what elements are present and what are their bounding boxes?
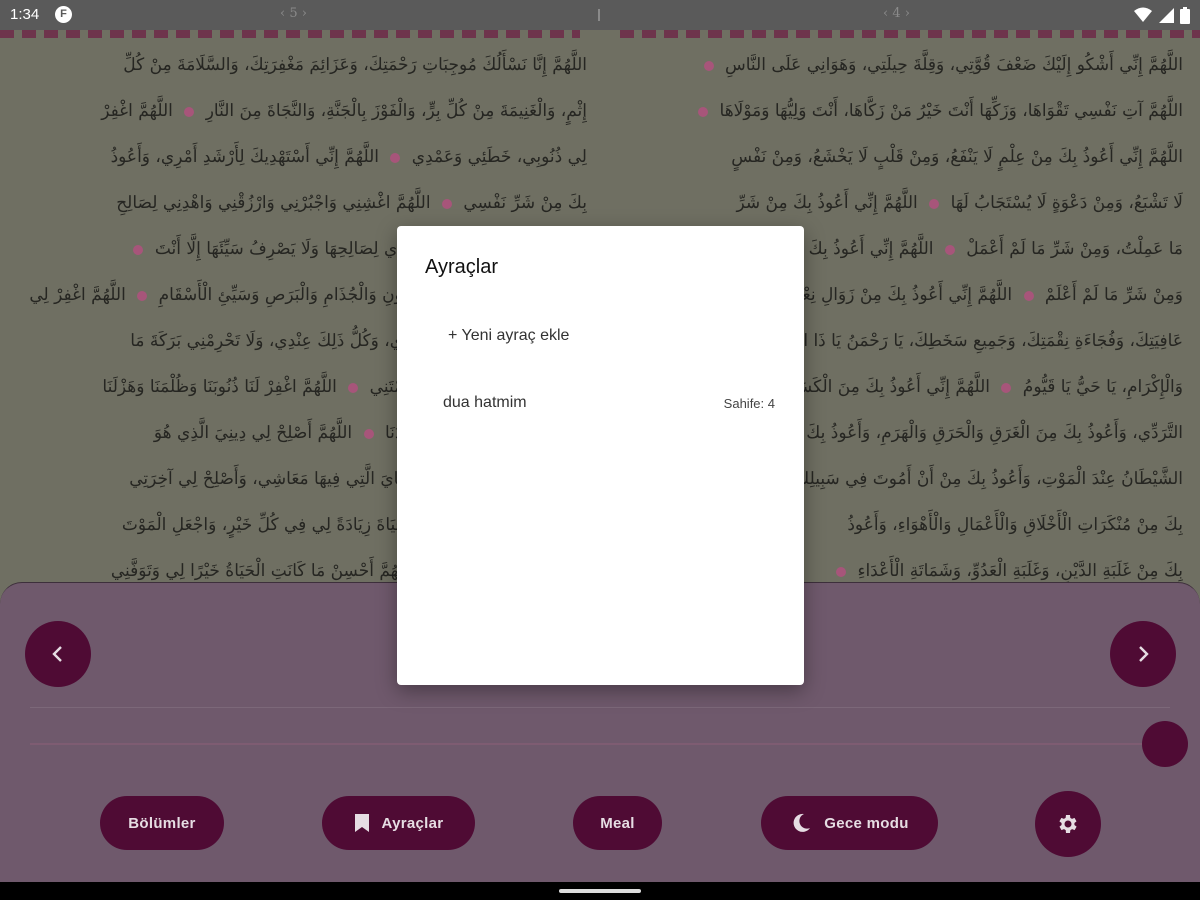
bookmark-icon	[354, 814, 369, 832]
text-line-content: بِكَ مِنْ شَرِّ نَفْسِي اللَّهُمَّ اغْشِ…	[116, 193, 587, 213]
signal-icon	[1159, 8, 1174, 23]
text-line: اللَّهُمَّ آتِ نَفْسِي تَقْوَاهَا، وَزَك…	[618, 88, 1183, 134]
text-line-content: لِي ذُنُوبِي، خَطَئِي وَعَمْدِي اللَّهُم…	[110, 147, 587, 167]
verse-marker	[390, 152, 401, 163]
meal-button[interactable]: Meal	[573, 796, 662, 850]
text-line-content: إِثْمٍ، وَالْغَنِيمَةَ مِنْ كُلِّ بِرٍّ،…	[101, 101, 587, 121]
verse-marker	[1001, 382, 1012, 393]
text-line: لِي ذُنُوبِي، خَطَئِي وَعَمْدِي اللَّهُم…	[22, 134, 587, 180]
verse-marker	[133, 244, 144, 255]
text-line-content: اللَّهُمَّ إِنِّي أَشْكُو إِلَيْكَ ضَعْف…	[618, 42, 1183, 88]
text-line-content: اللَّهُمَّ إِنِّي أَعُوذُ بِكَ مِنْ عِلْ…	[731, 147, 1183, 167]
page-slider-thumb[interactable]	[1142, 721, 1188, 767]
panel-divider	[30, 707, 1170, 708]
moon-icon	[793, 813, 811, 832]
bookmark-name: dua hatmim	[443, 394, 527, 411]
page-slider-track[interactable]	[30, 743, 1165, 745]
text-line-content: اللَّهُمَّ إِنَّا نَسْأَلُكَ مُوجِبَاتِ …	[123, 55, 587, 75]
verse-marker	[703, 60, 714, 71]
verse-marker	[137, 290, 148, 301]
text-line: بِكَ مِنْ شَرِّ نَفْسِي اللَّهُمَّ اغْشِ…	[22, 180, 587, 226]
home-gesture-bar[interactable]	[559, 889, 641, 893]
battery-icon	[1180, 6, 1190, 24]
status-time: 1:34	[10, 6, 40, 23]
page-number-left: ‹ 5 ›	[280, 6, 307, 21]
night-mode-button[interactable]: Gece modu	[761, 796, 938, 850]
text-line-content: اللَّهُمَّ آتِ نَفْسِي تَقْوَاهَا، وَزَك…	[618, 88, 1183, 134]
bookmark-page: Sahife: 4	[723, 396, 775, 411]
verse-marker	[348, 382, 359, 393]
verse-marker	[184, 106, 195, 117]
text-line: اللَّهُمَّ إِنَّا نَسْأَلُكَ مُوجِبَاتِ …	[22, 42, 587, 88]
bookmarks-label: Ayraçlar	[381, 814, 444, 832]
night-mode-label: Gece modu	[824, 814, 909, 832]
add-bookmark-button[interactable]: + Yeni ayraç ekle	[448, 327, 569, 345]
status-bar: 1:34 F ‹ 5 › ‹ 4 ›	[0, 0, 1200, 30]
gear-icon	[1059, 815, 1077, 833]
chevron-left-icon	[52, 646, 62, 662]
dialog-title: Ayraçlar	[425, 256, 498, 278]
verse-marker	[698, 106, 709, 117]
verse-marker	[1023, 290, 1034, 301]
page-ornament-right	[620, 30, 1200, 38]
verse-marker	[944, 244, 955, 255]
next-page-button[interactable]	[1110, 621, 1176, 687]
chevron-right-icon	[1139, 646, 1149, 662]
verse-marker	[836, 566, 847, 577]
verse-marker	[363, 428, 374, 439]
text-line: اللَّهُمَّ إِنِّي أَشْكُو إِلَيْكَ ضَعْف…	[618, 42, 1183, 88]
meal-label: Meal	[600, 814, 635, 832]
sections-button[interactable]: Bölümler	[100, 796, 224, 850]
page-number-right: ‹ 4 ›	[883, 6, 910, 21]
text-line-content: لَا تَشْبَعُ، وَمِنْ دَعْوَةٍ لَا يُسْتَ…	[736, 193, 1183, 213]
page-ornament-left	[0, 30, 580, 38]
text-line: لَا تَشْبَعُ، وَمِنْ دَعْوَةٍ لَا يُسْتَ…	[618, 180, 1183, 226]
app-notification-icon: F	[55, 6, 72, 23]
bookmarks-button[interactable]: Ayraçlar	[322, 796, 475, 850]
bookmarks-dialog: Ayraçlar + Yeni ayraç ekle dua hatmim Sa…	[397, 226, 804, 685]
settings-button[interactable]	[1035, 791, 1101, 857]
page-divider	[598, 9, 600, 21]
bookmark-list-item[interactable]: dua hatmim Sahife: 4	[425, 386, 775, 422]
text-line: إِثْمٍ، وَالْغَنِيمَةَ مِنْ كُلِّ بِرٍّ،…	[22, 88, 587, 134]
status-icons	[1134, 6, 1190, 24]
system-nav-bar	[0, 882, 1200, 900]
previous-page-button[interactable]	[25, 621, 91, 687]
text-line: اللَّهُمَّ إِنِّي أَعُوذُ بِكَ مِنْ عِلْ…	[618, 134, 1183, 180]
verse-marker	[441, 198, 452, 209]
sections-label: Bölümler	[128, 814, 196, 832]
verse-marker	[929, 198, 940, 209]
wifi-icon	[1134, 7, 1152, 22]
